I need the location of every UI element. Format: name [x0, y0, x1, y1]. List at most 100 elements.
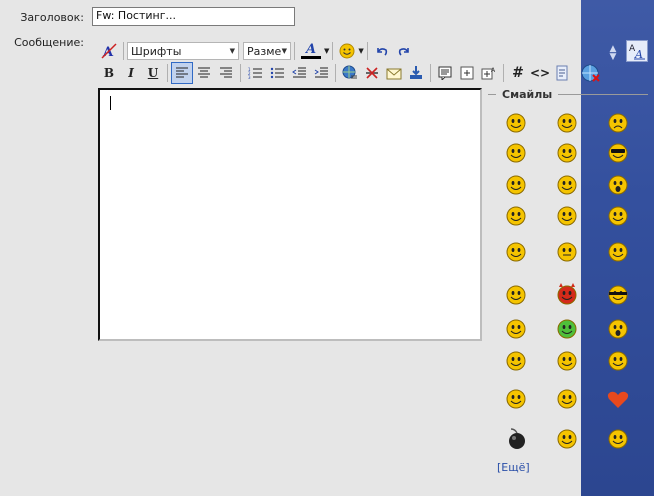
font-color-button[interactable]: A: [298, 40, 324, 62]
smiley-wink2-icon[interactable]: [605, 239, 631, 265]
smiley-shout-icon[interactable]: [605, 316, 631, 342]
remove-format-button[interactable]: A: [98, 40, 120, 62]
message-editor[interactable]: [98, 88, 482, 341]
smiley-smile2-icon[interactable]: [503, 140, 529, 166]
underline-button[interactable]: U: [142, 62, 164, 84]
chevron-down-icon: ▼: [281, 47, 287, 55]
smiley-hug-icon[interactable]: [554, 386, 580, 412]
download-icon: [408, 65, 424, 81]
emoticon-button[interactable]: [336, 40, 358, 62]
svg-text:A: A: [634, 48, 643, 60]
code-button[interactable]: <>: [529, 62, 551, 84]
chevron-down-icon[interactable]: ▼: [358, 47, 363, 55]
ordered-list-icon: 123: [248, 67, 262, 79]
smiley-ninja-icon[interactable]: [605, 282, 631, 308]
insert-image-button[interactable]: [405, 62, 427, 84]
subject-input[interactable]: Fw: Постинг...: [92, 7, 295, 26]
spellcheck-button[interactable]: [580, 62, 602, 84]
hashtag-button[interactable]: #: [507, 62, 529, 84]
smiley-grin-icon[interactable]: [503, 172, 529, 198]
unordered-list-icon: [270, 67, 284, 79]
toolbar-row-2: B I U 123 A # <>: [98, 62, 602, 84]
toolbar-separator: [240, 64, 241, 82]
toolbar-separator: [576, 64, 577, 82]
undo-button[interactable]: [371, 40, 393, 62]
font-family-select[interactable]: Шрифты ▼: [127, 42, 239, 60]
remove-format-icon: A: [101, 43, 117, 59]
hash-icon: #: [512, 65, 524, 81]
smiley-neutral-icon[interactable]: [554, 239, 580, 265]
smiley-kiss-icon[interactable]: [554, 203, 580, 229]
unordered-list-button[interactable]: [266, 62, 288, 84]
smiley-wink-icon[interactable]: [605, 203, 631, 229]
font-color-bar: [301, 56, 321, 59]
smiley-pigtails-icon[interactable]: [503, 203, 529, 229]
svg-text:3: 3: [248, 75, 251, 79]
smiley-stop-icon[interactable]: [554, 426, 580, 452]
ordered-list-button[interactable]: 123: [244, 62, 266, 84]
align-center-button[interactable]: [193, 62, 215, 84]
toolbar-row-1: A Шрифты ▼ Разме ▼ A ▼ ▼: [98, 40, 415, 62]
smiley-blush-icon[interactable]: [554, 172, 580, 198]
message-label: Сообщение:: [14, 36, 84, 49]
smiley-thumbsup-icon[interactable]: [503, 239, 529, 265]
toolbar-separator: [430, 64, 431, 82]
smiley-angel-icon[interactable]: [503, 110, 529, 136]
quote-button[interactable]: [434, 62, 456, 84]
insert-link-button[interactable]: [339, 62, 361, 84]
remove-link-button[interactable]: [361, 62, 383, 84]
smiley-tongue-icon[interactable]: [554, 140, 580, 166]
smiley-highfive-icon[interactable]: [503, 348, 529, 374]
smiley-heart-icon[interactable]: [605, 386, 631, 412]
align-center-icon: [197, 67, 211, 79]
toolbar-separator: [332, 42, 334, 60]
smiley-green-icon[interactable]: [554, 316, 580, 342]
toolbar-separator: [503, 64, 504, 82]
align-left-button[interactable]: [171, 62, 193, 84]
toolbar-separator: [366, 42, 368, 60]
toolbar-separator: [294, 42, 295, 60]
smiley-devil-icon[interactable]: [554, 282, 580, 308]
subject-label: Заголовок:: [20, 11, 84, 24]
smiley-cool-icon[interactable]: [605, 140, 631, 166]
italic-icon: I: [128, 66, 134, 80]
smiley-angry-icon[interactable]: [605, 426, 631, 452]
insert-email-button[interactable]: [383, 62, 405, 84]
expand-button[interactable]: [456, 62, 478, 84]
move-up-down-button[interactable]: ▲ ▼: [606, 42, 620, 64]
bold-button[interactable]: B: [98, 62, 120, 84]
redo-button[interactable]: [393, 40, 415, 62]
smiley-smile-icon[interactable]: [554, 110, 580, 136]
expand-text-button[interactable]: A: [478, 62, 500, 84]
font-size-value: Разме: [247, 44, 282, 58]
smiley-salute-icon[interactable]: [503, 282, 529, 308]
outdent-button[interactable]: [288, 62, 310, 84]
italic-button[interactable]: I: [120, 62, 142, 84]
toolbar-separator: [167, 64, 168, 82]
font-size-select[interactable]: Разме ▼: [243, 42, 291, 60]
chevron-down-icon[interactable]: ▼: [324, 47, 329, 55]
source-button[interactable]: [551, 62, 573, 84]
globe-link-icon: [342, 65, 358, 81]
align-right-button[interactable]: [215, 62, 237, 84]
outdent-icon: [292, 67, 306, 79]
smiley-rose-icon[interactable]: [605, 348, 631, 374]
align-right-icon: [219, 67, 233, 79]
smiley-smile3-icon[interactable]: [503, 386, 529, 412]
indent-button[interactable]: [310, 62, 332, 84]
smiley-shocked-icon[interactable]: [605, 172, 631, 198]
globe-x-icon: [581, 64, 601, 82]
font-style-icon: AA: [628, 42, 646, 60]
plus-text-icon: A: [481, 66, 497, 80]
text-style-button[interactable]: AA: [626, 40, 648, 62]
smiley-wave-icon[interactable]: [503, 316, 529, 342]
font-family-value: Шрифты: [131, 44, 182, 58]
smiley-friends-icon[interactable]: [554, 348, 580, 374]
more-smilies-link[interactable]: [Ещё]: [497, 461, 530, 474]
envelope-icon: [386, 66, 402, 80]
plus-box-icon: [460, 66, 474, 80]
bold-icon: B: [103, 66, 115, 80]
toolbar-separator: [123, 42, 124, 60]
smiley-bomb-icon[interactable]: [503, 426, 529, 452]
smiley-sad-icon[interactable]: [605, 110, 631, 136]
